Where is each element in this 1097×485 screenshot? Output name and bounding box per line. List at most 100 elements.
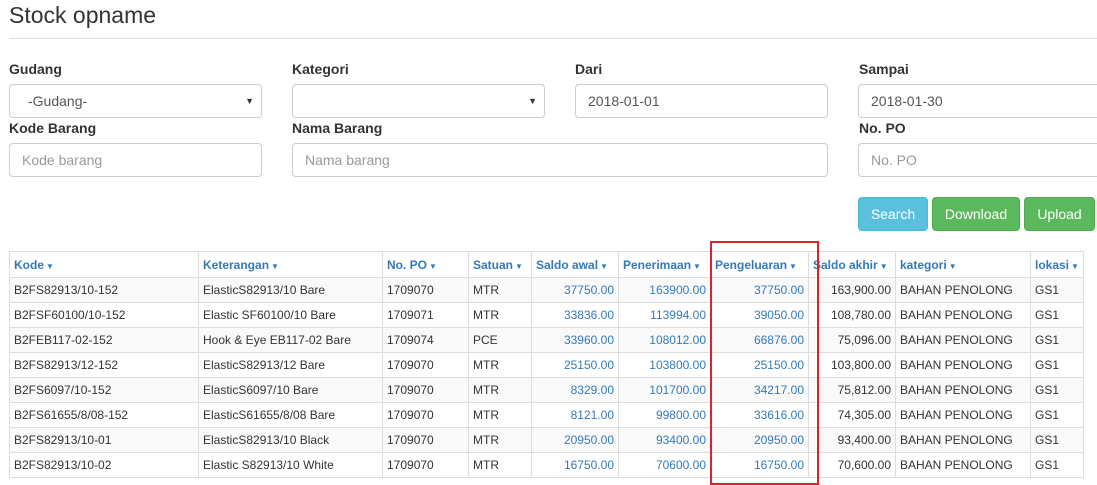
cell-keterangan: Hook & Eye EB117-02 Bare: [198, 327, 383, 353]
cell-keterangan: ElasticS82913/10 Bare: [198, 277, 383, 303]
sampai-label: Sampai: [859, 61, 909, 77]
cell-kode: B2FS82913/12-152: [9, 352, 199, 378]
cell-saldo-awal[interactable]: 37750.00: [531, 277, 619, 303]
cell-penerimaan[interactable]: 103800.00: [618, 352, 711, 378]
column-header-pengeluaran[interactable]: Pengeluaran ▼: [710, 251, 809, 278]
cell-penerimaan[interactable]: 108012.00: [618, 327, 711, 353]
cell-keterangan: ElasticS82913/12 Bare: [198, 352, 383, 378]
table-row: B2FS82913/10-02 Elastic S82913/10 White …: [9, 452, 1084, 478]
column-header-kode[interactable]: Kode ▼: [9, 251, 199, 278]
cell-penerimaan[interactable]: 101700.00: [618, 377, 711, 403]
cell-penerimaan[interactable]: 113994.00: [618, 302, 711, 328]
cell-kode: B2FS6097/10-152: [9, 377, 199, 403]
cell-pengeluaran[interactable]: 34217.00: [710, 377, 809, 403]
nama-barang-input[interactable]: [292, 143, 828, 177]
cell-keterangan: ElasticS6097/10 Bare: [198, 377, 383, 403]
no-po-label: No. PO: [859, 120, 906, 136]
nama-barang-label: Nama Barang: [292, 120, 383, 136]
column-header-satuan[interactable]: Satuan ▼: [468, 251, 532, 278]
cell-saldo-awal[interactable]: 20950.00: [531, 427, 619, 453]
table-row: B2FS82913/10-152 ElasticS82913/10 Bare 1…: [9, 277, 1084, 303]
cell-pengeluaran[interactable]: 66876.00: [710, 327, 809, 353]
sort-caret-icon: ▼: [879, 261, 888, 271]
column-header-no-po[interactable]: No. PO ▼: [382, 251, 469, 278]
cell-satuan: MTR: [468, 352, 532, 378]
kategori-label: Kategori: [292, 61, 349, 77]
title-divider: [9, 38, 1097, 39]
cell-keterangan: ElasticS61655/8/08 Bare: [198, 402, 383, 428]
cell-pengeluaran[interactable]: 39050.00: [710, 302, 809, 328]
cell-pengeluaran[interactable]: 25150.00: [710, 352, 809, 378]
column-header-label: Keterangan: [203, 257, 270, 272]
cell-saldo-awal[interactable]: 33836.00: [531, 302, 619, 328]
cell-kode: B2FS82913/10-01: [9, 427, 199, 453]
cell-saldo-awal[interactable]: 8121.00: [531, 402, 619, 428]
download-button[interactable]: Download: [932, 197, 1020, 231]
cell-saldo-awal[interactable]: 25150.00: [531, 352, 619, 378]
table-row: B2FS61655/8/08-152 ElasticS61655/8/08 Ba…: [9, 402, 1084, 428]
cell-pengeluaran[interactable]: 37750.00: [710, 277, 809, 303]
cell-no-po: 1709070: [382, 352, 469, 378]
cell-kode: B2FSF60100/10-152: [9, 302, 199, 328]
table-header-row: Kode ▼ Keterangan ▼ No. PO ▼ Satuan ▼ Saldo …: [9, 251, 1084, 278]
column-header-keterangan[interactable]: Keterangan ▼: [198, 251, 383, 278]
cell-penerimaan[interactable]: 163900.00: [618, 277, 711, 303]
cell-pengeluaran[interactable]: 33616.00: [710, 402, 809, 428]
cell-saldo-awal[interactable]: 16750.00: [531, 452, 619, 478]
cell-kode: B2FS61655/8/08-152: [9, 402, 199, 428]
cell-lokasi: GS1: [1030, 352, 1084, 378]
table-row: B2FS82913/12-152 ElasticS82913/12 Bare 1…: [9, 352, 1084, 378]
kategori-select[interactable]: ▼: [292, 84, 545, 118]
cell-penerimaan[interactable]: 93400.00: [618, 427, 711, 453]
kode-barang-input[interactable]: [9, 143, 262, 177]
cell-pengeluaran[interactable]: 16750.00: [710, 452, 809, 478]
cell-lokasi: GS1: [1030, 377, 1084, 403]
cell-kategori: BAHAN PENOLONG: [895, 327, 1031, 353]
gudang-select-value: -Gudang-: [28, 93, 88, 109]
column-header-kategori[interactable]: kategori ▼: [895, 251, 1031, 278]
dari-date-field[interactable]: 2018-01-01: [575, 84, 828, 118]
upload-button[interactable]: Upload: [1024, 197, 1095, 231]
column-header-label: kategori: [900, 257, 947, 272]
column-header-lokasi[interactable]: lokasi ▼: [1030, 251, 1084, 278]
cell-saldo-awal[interactable]: 8329.00: [531, 377, 619, 403]
cell-penerimaan[interactable]: 99800.00: [618, 402, 711, 428]
cell-satuan: MTR: [468, 427, 532, 453]
chevron-down-icon: ▼: [245, 96, 254, 106]
column-header-label: No. PO: [387, 257, 428, 272]
cell-keterangan: Elastic S82913/10 White: [198, 452, 383, 478]
cell-kategori: BAHAN PENOLONG: [895, 402, 1031, 428]
cell-kategori: BAHAN PENOLONG: [895, 302, 1031, 328]
kode-barang-label: Kode Barang: [9, 120, 97, 136]
cell-satuan: PCE: [468, 327, 532, 353]
sort-caret-icon: ▼: [789, 261, 797, 271]
column-header-saldo-awal[interactable]: Saldo awal ▼: [531, 251, 619, 278]
sampai-date-field[interactable]: 2018-01-30: [858, 84, 1097, 118]
cell-satuan: MTR: [468, 402, 532, 428]
cell-saldo-akhir: 163,900.00: [808, 277, 896, 303]
gudang-select[interactable]: -Gudang- ▼: [9, 84, 262, 118]
sort-caret-icon: ▼: [271, 261, 279, 271]
cell-saldo-akhir: 108,780.00: [808, 302, 896, 328]
no-po-input[interactable]: [858, 143, 1097, 177]
cell-penerimaan[interactable]: 70600.00: [618, 452, 711, 478]
sort-caret-icon: ▼: [693, 261, 701, 271]
cell-lokasi: GS1: [1030, 277, 1084, 303]
column-header-penerimaan[interactable]: Penerimaan ▼: [618, 251, 711, 278]
cell-no-po: 1709074: [382, 327, 469, 353]
cell-saldo-akhir: 70,600.00: [808, 452, 896, 478]
cell-kategori: BAHAN PENOLONG: [895, 277, 1031, 303]
sort-caret-icon: ▼: [46, 261, 54, 271]
cell-pengeluaran[interactable]: 20950.00: [710, 427, 809, 453]
cell-saldo-akhir: 75,812.00: [808, 377, 896, 403]
column-header-saldo-akhir[interactable]: Saldo akhir ▼: [808, 251, 896, 278]
sort-caret-icon: ▼: [1071, 261, 1079, 271]
sort-caret-icon: ▼: [515, 261, 523, 271]
cell-saldo-awal[interactable]: 33960.00: [531, 327, 619, 353]
cell-saldo-akhir: 75,096.00: [808, 327, 896, 353]
cell-lokasi: GS1: [1030, 452, 1084, 478]
chevron-down-icon: ▼: [528, 96, 537, 106]
column-header-label: lokasi: [1035, 257, 1070, 272]
search-button[interactable]: Search: [858, 197, 928, 231]
cell-keterangan: Elastic SF60100/10 Bare: [198, 302, 383, 328]
